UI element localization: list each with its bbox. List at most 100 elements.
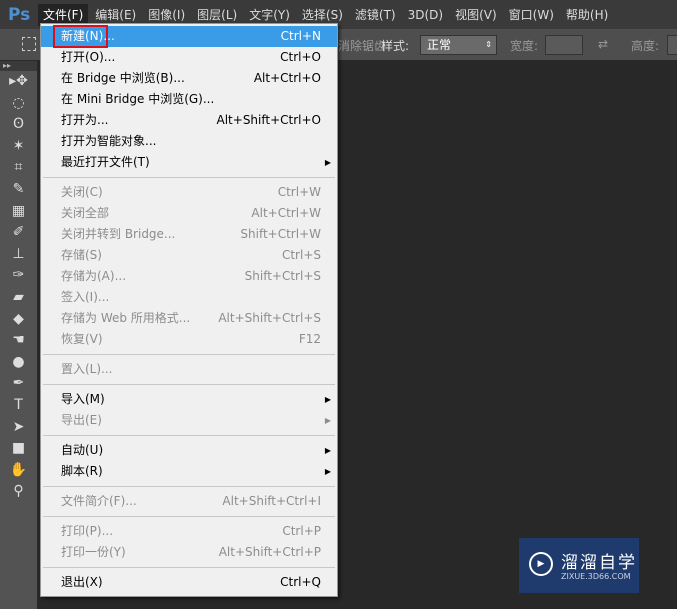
menu-item-label: 自动(U) (61, 443, 104, 457)
menu-item[interactable]: 在 Bridge 中浏览(B)... Alt+Ctrl+O (41, 68, 337, 89)
menu-item[interactable]: 退出(X) Ctrl+Q (41, 572, 337, 593)
menu-9[interactable]: 窗口(W) (504, 4, 559, 26)
menu-item-shortcut: Ctrl+P (282, 524, 321, 538)
style-select[interactable]: 正常 ⇕ (420, 35, 497, 55)
crop-tool-icon[interactable]: ⌗ (0, 157, 37, 179)
healing-tool-icon[interactable]: ▦ (0, 201, 37, 223)
annotation-highlight-box (53, 25, 108, 48)
eyedropper-tool-icon[interactable]: ✎ (0, 179, 37, 201)
play-icon: ▶ (529, 552, 553, 576)
submenu-arrow-icon: ▶ (324, 467, 331, 476)
paint-bucket-tool-icon[interactable]: ◆ (0, 309, 37, 331)
menu-item-shortcut: Alt+Shift+Ctrl+O (216, 113, 321, 127)
lasso-tool-icon[interactable]: ʘ (0, 114, 37, 136)
menu-item[interactable]: 打印一份(Y) Alt+Shift+Ctrl+P (41, 542, 337, 563)
marquee-tool-icon[interactable]: ◌ (0, 93, 37, 115)
smudge-tool-icon[interactable]: ☚ (0, 330, 37, 352)
menu-item[interactable]: 最近打开文件(T) ▶ (41, 152, 337, 173)
dodge-tool-icon[interactable]: ● (0, 352, 37, 374)
menu-item[interactable]: 自动(U) ▶ (41, 440, 337, 461)
menu-7[interactable]: 3D(D) (403, 4, 448, 26)
menu-item-shortcut: Ctrl+O (280, 50, 321, 64)
menu-item[interactable]: 打开为... Alt+Shift+Ctrl+O (41, 110, 337, 131)
menu-item[interactable]: 关闭(C) Ctrl+W (41, 182, 337, 203)
menu-item[interactable]: 打开(O)... Ctrl+O (41, 47, 337, 68)
menu-item-shortcut: Ctrl+W (277, 185, 321, 199)
menu-item[interactable]: 恢复(V) F12 (41, 329, 337, 350)
menu-item-label: 导入(M) (61, 392, 105, 406)
menu-item-label: 关闭(C) (61, 185, 103, 199)
menu-item[interactable]: 文件简介(F)... Alt+Shift+Ctrl+I (41, 491, 337, 512)
collapse-icon[interactable]: ▸▸ (0, 61, 37, 71)
menu-item-label: 存储(S) (61, 248, 102, 262)
menu-item[interactable]: 打开为智能对象... (41, 131, 337, 152)
watermark-logo: ▶ 溜溜自学 ZIXUE.3D66.COM (519, 538, 639, 593)
pen-tool-icon[interactable]: ✒ (0, 373, 37, 395)
rectangle-tool-icon[interactable]: ■ (0, 438, 37, 460)
menu-item-label: 签入(I)... (61, 290, 110, 304)
menu-item-label: 退出(X) (61, 575, 103, 589)
menu-item[interactable]: 关闭全部 Alt+Ctrl+W (41, 203, 337, 224)
stamp-tool-icon[interactable]: ⊥ (0, 244, 37, 266)
eraser-tool-icon[interactable]: ▰ (0, 287, 37, 309)
menu-separator (43, 384, 335, 385)
menu-item-label: 打开为智能对象... (61, 134, 157, 148)
menu-item-label: 存储为(A)... (61, 269, 127, 283)
menu-item[interactable]: 置入(L)... (41, 359, 337, 380)
menu-6[interactable]: 滤镜(T) (350, 4, 401, 26)
menu-item[interactable]: 关闭并转到 Bridge... Shift+Ctrl+W (41, 224, 337, 245)
menu-item-label: 打开(O)... (61, 50, 116, 64)
width-input[interactable] (545, 35, 583, 55)
menu-separator (43, 435, 335, 436)
menu-10[interactable]: 帮助(H) (561, 4, 613, 26)
brush-tool-icon[interactable]: ✐ (0, 222, 37, 244)
menu-item-label: 关闭全部 (61, 206, 110, 220)
menu-item-label: 脚本(R) (61, 464, 103, 478)
stepper-icon: ⇕ (485, 40, 492, 49)
menu-item[interactable]: 签入(I)... (41, 287, 337, 308)
menu-item-shortcut: Alt+Shift+Ctrl+P (218, 545, 321, 559)
menu-item-label: 存储为 Web 所用格式... (61, 311, 191, 325)
file-menu-dropdown: 新建(N)... Ctrl+N 打开(O)... Ctrl+O 在 Bridge 中浏览… (40, 23, 338, 597)
menu-item[interactable]: 导出(E) ▶ (41, 410, 337, 431)
menu-item-label: 打印(P)... (61, 524, 114, 538)
menu-item-label: 打开为... (61, 113, 109, 127)
menu-item-label: 在 Mini Bridge 中浏览(G)... (61, 92, 215, 106)
magic-wand-tool-icon[interactable]: ✶ (0, 136, 37, 158)
history-brush-tool-icon[interactable]: ✑ (0, 265, 37, 287)
menu-item[interactable]: 存储为 Web 所用格式... Alt+Shift+Ctrl+S (41, 308, 337, 329)
menu-item[interactable]: 存储(S) Ctrl+S (41, 245, 337, 266)
menu-item[interactable]: 存储为(A)... Shift+Ctrl+S (41, 266, 337, 287)
height-label: 高度: (631, 39, 660, 53)
menu-item-label: 导出(E) (61, 413, 102, 427)
menu-item-label: 文件简介(F)... (61, 494, 137, 508)
watermark-title: 溜溜自学 (561, 553, 637, 573)
submenu-arrow-icon: ▶ (324, 158, 331, 167)
type-tool-icon[interactable]: T (0, 395, 37, 417)
swap-icon[interactable]: ⇄ (598, 37, 608, 51)
menu-item-shortcut: Ctrl+N (280, 29, 321, 43)
menu-item-shortcut: Shift+Ctrl+W (240, 227, 321, 241)
menu-item[interactable]: 脚本(R) ▶ (41, 461, 337, 482)
submenu-arrow-icon: ▶ (324, 446, 331, 455)
menu-item-label: 恢复(V) (61, 332, 103, 346)
menu-8[interactable]: 视图(V) (450, 4, 502, 26)
width-label: 宽度: (510, 39, 539, 53)
menu-item-shortcut: Alt+Ctrl+O (253, 71, 321, 85)
menu-item-shortcut: F12 (298, 332, 321, 346)
zoom-tool-icon[interactable]: ⚲ (0, 481, 37, 503)
marquee-preset-icon[interactable] (22, 37, 36, 51)
height-input[interactable] (667, 35, 677, 55)
menu-item-shortcut: Shift+Ctrl+S (244, 269, 321, 283)
hand-tool-icon[interactable]: ✋ (0, 460, 37, 482)
antialias-label[interactable]: 消除锯齿 (338, 37, 386, 54)
path-select-tool-icon[interactable]: ➤ (0, 417, 37, 439)
submenu-arrow-icon: ▶ (324, 395, 331, 404)
submenu-arrow-icon: ▶ (324, 416, 331, 425)
move-tool-icon[interactable]: ▸✥ (0, 71, 37, 93)
menu-item[interactable]: 导入(M) ▶ (41, 389, 337, 410)
menu-item[interactable]: 在 Mini Bridge 中浏览(G)... (41, 89, 337, 110)
menu-item-shortcut: Alt+Shift+Ctrl+I (222, 494, 321, 508)
menu-item[interactable]: 打印(P)... Ctrl+P (41, 521, 337, 542)
menu-item-shortcut: Alt+Shift+Ctrl+S (218, 311, 321, 325)
